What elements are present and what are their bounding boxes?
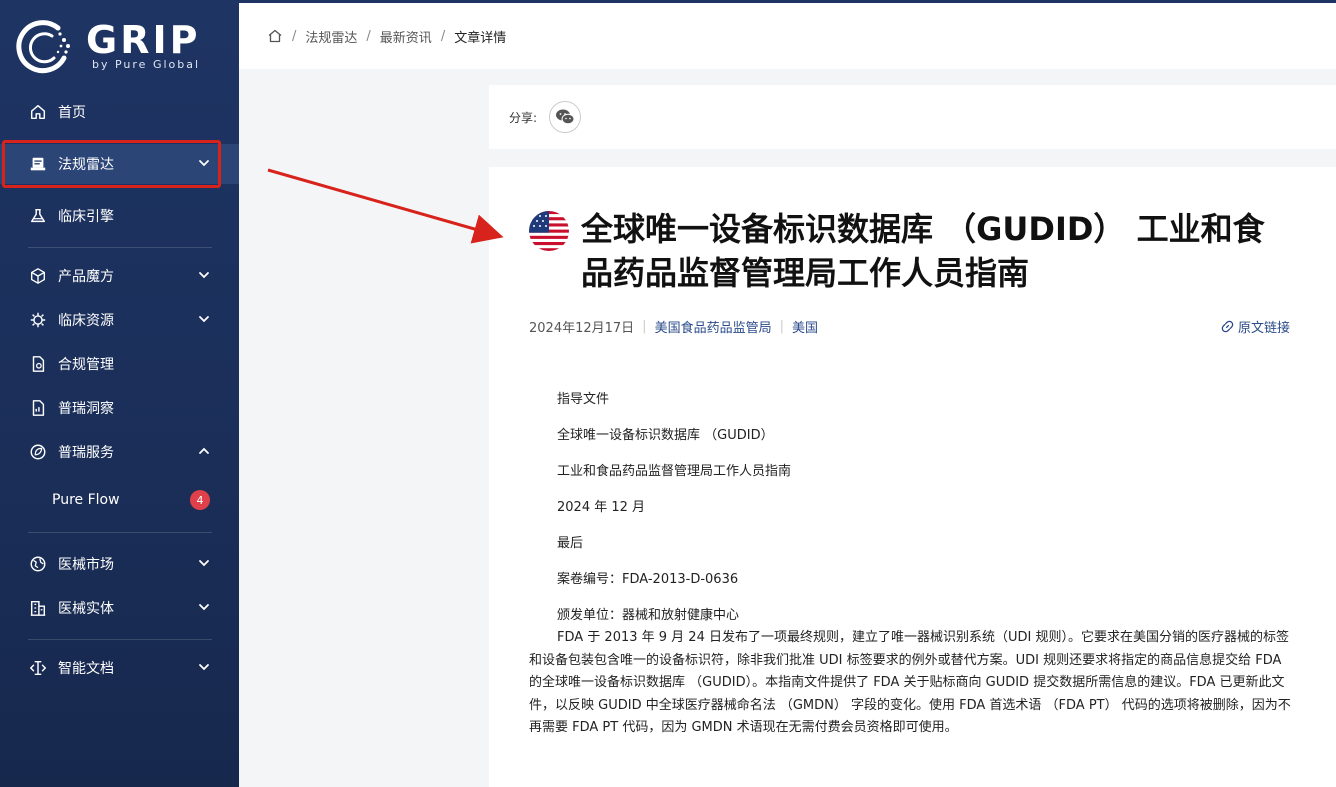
sidebar: GRIP by Pure Global 首页 法规雷达 临床引擎 产品魔方 临床… bbox=[0, 0, 239, 787]
sidebar-item-label: 首页 bbox=[58, 105, 86, 121]
sidebar-item-pure-flow[interactable]: Pure Flow 4 bbox=[0, 480, 239, 520]
article-country-link[interactable]: 美国 bbox=[792, 317, 818, 336]
logo[interactable]: GRIP by Pure Global bbox=[14, 16, 224, 78]
article-line: 指导文件 bbox=[557, 392, 610, 407]
cube-icon bbox=[28, 266, 48, 286]
article-line: 2024 年 12 月 bbox=[557, 500, 646, 515]
sidebar-item-device-market[interactable]: 医械市场 bbox=[0, 544, 239, 584]
meta-separator: | bbox=[642, 319, 647, 334]
chevron-down-icon bbox=[199, 664, 209, 671]
article-line: 工业和食品药品监督管理局工作人员指南 bbox=[557, 464, 792, 479]
notification-badge: 4 bbox=[190, 490, 210, 510]
sidebar-item-label: Pure Flow bbox=[52, 492, 120, 508]
sidebar-item-label: 智能文档 bbox=[58, 661, 114, 677]
article-date: 2024年12月17日 bbox=[529, 321, 635, 336]
logo-subtitle: by Pure Global bbox=[92, 58, 201, 71]
article-card: 全球唯一设备标识数据库 （GUDID） 工业和食品药品监督管理局工作人员指南 2… bbox=[489, 167, 1336, 787]
breadcrumb-item[interactable]: 法规雷达 bbox=[305, 27, 357, 46]
chevron-down-icon bbox=[199, 272, 209, 279]
share-label: 分享: bbox=[509, 110, 538, 125]
sidebar-item-label: 临床引擎 bbox=[58, 209, 114, 225]
sidebar-item-clinical-resources[interactable]: 临床资源 bbox=[0, 300, 239, 340]
wechat-icon bbox=[556, 109, 575, 125]
flask-icon bbox=[28, 206, 48, 226]
chevron-down-icon bbox=[199, 316, 209, 323]
article-line: 最后 bbox=[557, 536, 584, 551]
article-paragraph: FDA 于 2013 年 9 月 24 日发布了一项最终规则，建立了唯一器械识别… bbox=[529, 630, 1291, 735]
home-icon bbox=[28, 102, 48, 122]
leaf-icon bbox=[28, 442, 48, 462]
meta-separator: | bbox=[779, 319, 784, 334]
article-agency-link[interactable]: 美国食品药品监管局 bbox=[655, 317, 772, 336]
article-meta: 2024年12月17日 | 美国食品药品监管局 | 美国 bbox=[529, 317, 818, 336]
us-flag-icon bbox=[529, 211, 569, 251]
article-line: 案卷编号：FDA-2013-D-0636 bbox=[557, 572, 739, 587]
sidebar-divider bbox=[28, 639, 212, 640]
share-bar: 分享: bbox=[489, 85, 1336, 149]
sidebar-divider bbox=[28, 247, 212, 248]
article-line: 全球唯一设备标识数据库 （GUDID） bbox=[557, 428, 774, 443]
link-icon bbox=[1221, 320, 1234, 333]
document-check-icon bbox=[28, 354, 48, 374]
sidebar-item-label: 临床资源 bbox=[58, 313, 114, 329]
breadcrumb-separator: / bbox=[292, 28, 297, 44]
wechat-share-button[interactable] bbox=[549, 101, 582, 133]
breadcrumb-separator: / bbox=[366, 28, 371, 44]
virus-icon bbox=[28, 310, 48, 330]
chevron-down-icon bbox=[199, 604, 209, 611]
sidebar-item-label: 医械市场 bbox=[58, 557, 114, 573]
sidebar-item-label: 医械实体 bbox=[58, 601, 114, 617]
sidebar-divider bbox=[28, 532, 212, 533]
chevron-up-icon bbox=[199, 447, 209, 454]
sidebar-item-label: 普瑞洞察 bbox=[58, 401, 114, 417]
sidebar-item-smart-docs[interactable]: 智能文档 bbox=[0, 648, 239, 688]
breadcrumb-current: 文章详情 bbox=[454, 30, 507, 46]
logo-mark-icon bbox=[16, 20, 70, 74]
sidebar-item-clinical-engine[interactable]: 临床引擎 bbox=[0, 196, 239, 236]
article-header-lines: 指导文件 全球唯一设备标识数据库 （GUDID） 工业和食品药品监督管理局工作人… bbox=[557, 390, 791, 642]
source-link-label: 原文链接 bbox=[1237, 321, 1290, 336]
home-icon[interactable] bbox=[267, 28, 283, 44]
sidebar-item-insights[interactable]: 普瑞洞察 bbox=[0, 388, 239, 428]
highlight-box bbox=[2, 140, 221, 188]
sidebar-item-label: 产品魔方 bbox=[58, 269, 114, 285]
building-icon bbox=[28, 598, 48, 618]
sidebar-item-device-entity[interactable]: 医械实体 bbox=[0, 588, 239, 628]
logo-text: GRIP bbox=[86, 18, 201, 62]
breadcrumb: / 法规雷达 / 最新资讯 / 文章详情 bbox=[239, 3, 1336, 69]
breadcrumb-item[interactable]: 最新资讯 bbox=[380, 27, 432, 46]
sidebar-item-home[interactable]: 首页 bbox=[0, 92, 239, 132]
sidebar-item-product-cube[interactable]: 产品魔方 bbox=[0, 256, 239, 296]
globe-icon bbox=[28, 554, 48, 574]
article-title: 全球唯一设备标识数据库 （GUDID） 工业和食品药品监督管理局工作人员指南 bbox=[581, 210, 1265, 292]
sidebar-item-compliance[interactable]: 合规管理 bbox=[0, 344, 239, 384]
breadcrumb-separator: / bbox=[440, 28, 446, 44]
sidebar-item-label: 普瑞服务 bbox=[58, 445, 114, 461]
report-icon bbox=[28, 398, 48, 418]
text-cursor-icon bbox=[28, 658, 48, 678]
sidebar-item-label: 合规管理 bbox=[58, 357, 114, 373]
source-link[interactable]: 原文链接 bbox=[1221, 317, 1290, 336]
sidebar-item-services[interactable]: 普瑞服务 bbox=[0, 432, 239, 472]
chevron-down-icon bbox=[199, 560, 209, 567]
